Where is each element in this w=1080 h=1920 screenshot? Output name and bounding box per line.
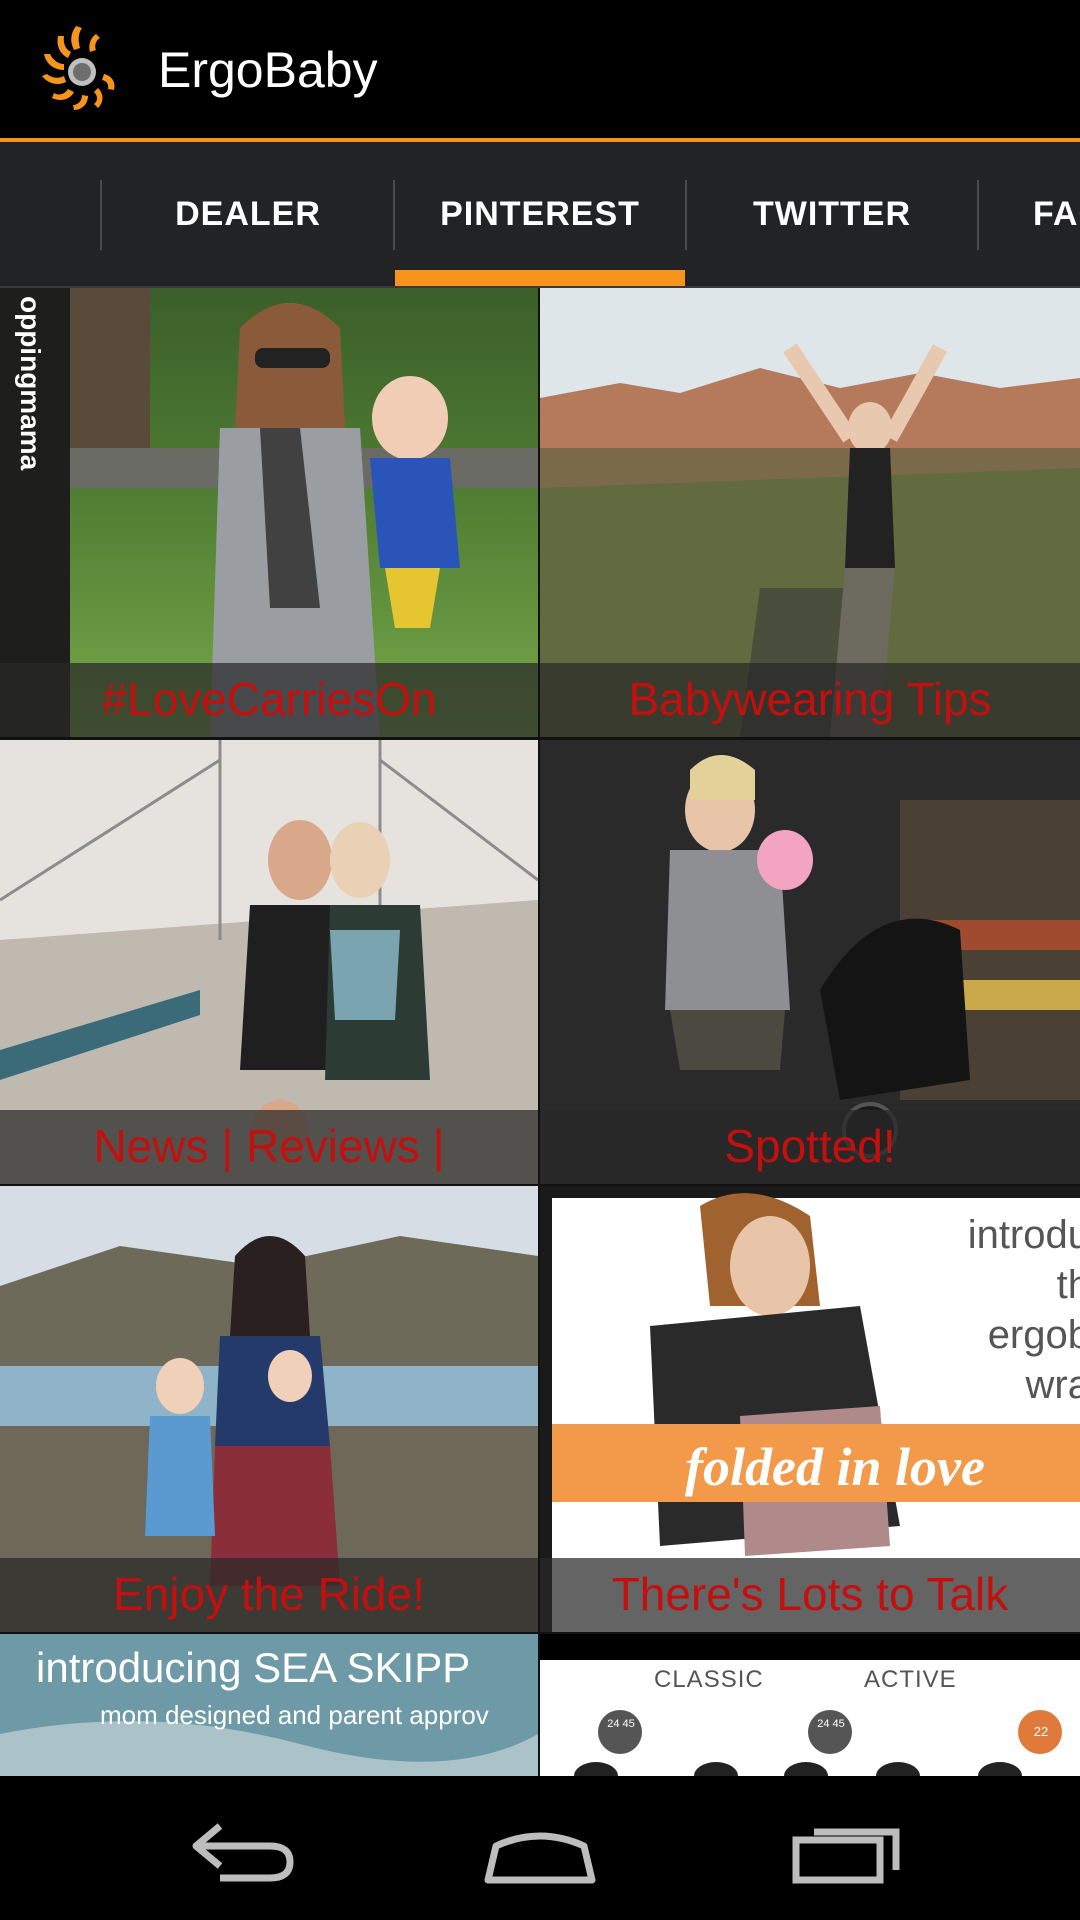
pin-caption: Babywearing Tips xyxy=(628,673,992,725)
pin-tile[interactable]: introducing SEA SKIPP mom designed and p… xyxy=(0,1634,538,1776)
pin-caption: News | Reviews | xyxy=(93,1120,445,1172)
tab-divider xyxy=(977,180,979,250)
pin-photo-text: introdu th ergob wra xyxy=(930,1210,1080,1410)
pin-tile[interactable]: News | Reviews | xyxy=(0,740,538,1184)
tab-dealer[interactable]: DEALER xyxy=(102,142,394,286)
pin-tile[interactable]: Babywearing Tips xyxy=(540,288,1080,737)
home-icon[interactable] xyxy=(460,1798,620,1898)
tab-strip: P DEALER PINTEREST TWITTER FAC xyxy=(0,142,1080,288)
pin-badge: 24 45 xyxy=(607,1718,635,1730)
pinterest-grid: oppingmama #LoveCarriesOn Babywearing Ti… xyxy=(0,288,1080,1776)
pin-caption: Enjoy the Ride! xyxy=(113,1568,425,1620)
pin-tile[interactable]: introdu th ergob wra folded in love Ther… xyxy=(540,1186,1080,1632)
app-title: ErgoBaby xyxy=(158,42,378,98)
pin-caption: There's Lots to Talk xyxy=(611,1568,1009,1620)
tab-label: DEALER xyxy=(175,194,321,233)
tab-label: TWITTER xyxy=(752,194,912,233)
tab-twitter[interactable]: TWITTER xyxy=(687,142,977,286)
tab-label: FAC xyxy=(1033,194,1080,233)
action-bar: ErgoBaby xyxy=(0,0,1080,142)
pin-photo-text: introducing SEA SKIPP xyxy=(36,1644,471,1691)
pin-photo-label: CLASSIC xyxy=(654,1666,764,1693)
selected-tab-indicator xyxy=(395,270,685,286)
pin-tile[interactable]: oppingmama #LoveCarriesOn xyxy=(0,288,538,737)
photo-text-line: ergob xyxy=(987,1313,1080,1357)
pin-tile[interactable]: Enjoy the Ride! xyxy=(0,1186,538,1632)
pin-badge: 24 45 xyxy=(817,1718,845,1730)
photo-text-line: th xyxy=(1056,1263,1080,1307)
tab-partial-left[interactable]: P xyxy=(0,142,10,286)
photo-text-line: introdu xyxy=(967,1213,1080,1257)
pin-tile[interactable]: Spotted! xyxy=(540,740,1080,1184)
pin-caption: #LoveCarriesOn xyxy=(101,673,437,725)
pin-banner-text: folded in love xyxy=(685,1437,985,1497)
pin-tile[interactable]: 24 45 24 45 22 CLASSIC ACTIVE xyxy=(540,1634,1080,1776)
system-navigation-bar xyxy=(0,1776,1080,1920)
photo-text-line: wra xyxy=(1025,1363,1080,1407)
pin-badge: 22 xyxy=(1033,1724,1049,1739)
tab-label: PINTEREST xyxy=(440,194,640,233)
pin-photo xyxy=(540,1634,1080,1776)
pin-photo-subtext: mom designed and parent approv xyxy=(100,1700,489,1730)
tab-pinterest[interactable]: PINTEREST xyxy=(395,142,685,286)
recents-icon[interactable] xyxy=(770,1798,930,1898)
ergobaby-logo-icon xyxy=(42,26,115,110)
pin-photo-label: ACTIVE xyxy=(864,1666,957,1693)
pin-caption: Spotted! xyxy=(724,1120,896,1172)
back-icon[interactable] xyxy=(160,1798,320,1898)
pin-photo-watermark: oppingmama xyxy=(15,296,46,471)
tab-facebook-partial[interactable]: FAC xyxy=(1000,142,1080,286)
